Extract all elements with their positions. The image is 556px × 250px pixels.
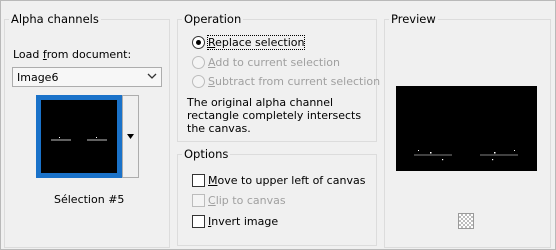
preview-title: Preview <box>389 12 438 26</box>
replace-selection-label[interactable]: Replace selection <box>206 35 306 50</box>
clip-to-canvas-label[interactable]: Clip to canvas <box>208 194 286 207</box>
selection-caption: Sélection #5 <box>54 193 125 206</box>
selection-thumbnail-image <box>41 100 117 173</box>
subtract-from-selection-label[interactable]: Subtract from current selection <box>208 75 380 88</box>
replace-selection-radio[interactable] <box>192 36 205 49</box>
triangle-down-icon <box>127 134 134 139</box>
move-to-upper-left-label[interactable]: Move to upper left of canvas <box>208 174 365 187</box>
chevron-down-icon <box>147 73 157 79</box>
invert-image-label[interactable]: Invert image <box>208 215 278 228</box>
alpha-channel-dialog: Alpha channels Load from document: Image… <box>0 0 556 250</box>
operation-description: The original alpha channel rectangle com… <box>187 96 362 135</box>
document-select[interactable]: Image6 <box>12 67 162 87</box>
add-to-selection-label[interactable]: Add to current selection <box>208 56 340 69</box>
invert-image-checkbox[interactable] <box>192 215 205 228</box>
preview-marks <box>414 150 518 161</box>
document-select-value: Image6 <box>17 71 59 84</box>
load-from-document-label: Load from document: <box>13 48 132 61</box>
subtract-from-selection-radio[interactable] <box>192 75 205 88</box>
operation-title: Operation <box>182 12 244 26</box>
thumbnail-menu-button[interactable] <box>122 95 139 178</box>
add-to-selection-radio[interactable] <box>192 56 205 69</box>
selection-thumbnail[interactable] <box>36 95 122 178</box>
thumbnail-marks <box>51 137 107 141</box>
move-to-upper-left-checkbox[interactable] <box>192 174 205 187</box>
preview-image <box>396 86 537 171</box>
options-title: Options <box>182 147 231 161</box>
alpha-channels-title: Alpha channels <box>9 12 101 26</box>
radio-selected-dot <box>196 40 201 45</box>
checkerboard-icon[interactable] <box>458 213 474 229</box>
clip-to-canvas-checkbox[interactable] <box>192 194 205 207</box>
